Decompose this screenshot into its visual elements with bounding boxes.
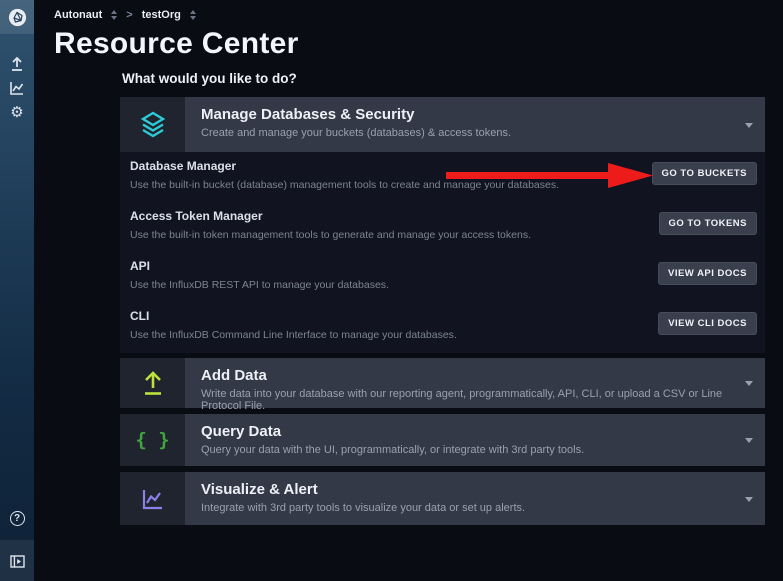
chevron-down-icon[interactable]: [745, 438, 753, 443]
sort-caret-icon[interactable]: [190, 10, 196, 20]
help-nav-item[interactable]: ?: [0, 506, 34, 530]
manage-icon-tile: [120, 97, 185, 152]
visualize-icon-tile: [120, 472, 185, 525]
expand-panel-nav-item[interactable]: [0, 549, 34, 573]
api-row: API Use the InfluxDB REST API to manage …: [130, 259, 757, 303]
settings-nav-item[interactable]: ⚙: [0, 100, 34, 124]
chevron-down-icon[interactable]: [745, 381, 753, 386]
visualize-alert-card-header[interactable]: Visualize & Alert Integrate with 3rd par…: [120, 472, 765, 525]
card-description: Integrate with 3rd party tools to visual…: [201, 502, 765, 514]
card-title: Add Data: [201, 367, 765, 384]
view-api-docs-button[interactable]: VIEW API DOCS: [658, 262, 757, 285]
upload-icon: [141, 371, 165, 396]
line-chart-icon: [141, 487, 165, 511]
add-data-icon-tile: [120, 358, 185, 408]
expand-panel-icon: [10, 555, 25, 568]
card-title: Manage Databases & Security: [201, 106, 765, 123]
chevron-down-icon[interactable]: [745, 497, 753, 502]
sort-caret-icon[interactable]: [111, 10, 117, 20]
manage-databases-card-body: Database Manager Use the built-in bucket…: [120, 152, 765, 353]
add-data-card-header[interactable]: Add Data Write data into your database w…: [120, 358, 765, 408]
layers-icon: [139, 111, 167, 138]
chevron-down-icon[interactable]: [745, 123, 753, 128]
breadcrumb-account[interactable]: Autonaut: [54, 9, 102, 21]
breadcrumb: Autonaut > testOrg: [54, 6, 196, 24]
card-title: Query Data: [201, 423, 765, 440]
resource-center-page: ⚙ ? Autonaut > testOrg Resource Center W…: [0, 0, 783, 581]
go-to-buckets-button[interactable]: GO TO BUCKETS: [652, 162, 758, 185]
influxdb-logo-icon: [8, 8, 27, 27]
go-to-tokens-button[interactable]: GO TO TOKENS: [659, 212, 758, 235]
cli-row: CLI Use the InfluxDB Command Line Interf…: [130, 309, 757, 353]
breadcrumb-org[interactable]: testOrg: [142, 9, 181, 21]
access-token-manager-row: Access Token Manager Use the built-in to…: [130, 209, 757, 253]
view-cli-docs-button[interactable]: VIEW CLI DOCS: [658, 312, 757, 335]
help-icon: ?: [10, 511, 25, 526]
query-data-icon-tile: { }: [120, 414, 185, 466]
card-title: Visualize & Alert: [201, 481, 765, 498]
upload-nav-item[interactable]: [0, 52, 34, 76]
graph-icon: [9, 80, 25, 96]
braces-icon: { }: [135, 429, 169, 451]
database-manager-row: Database Manager Use the built-in bucket…: [130, 159, 757, 203]
page-title: Resource Center: [54, 27, 299, 61]
prompt-heading: What would you like to do?: [122, 71, 297, 86]
sidebar: ⚙ ?: [0, 0, 34, 581]
card-description: Query your data with the UI, programmati…: [201, 444, 765, 456]
upload-icon: [9, 56, 25, 72]
data-explorer-nav-item[interactable]: [0, 76, 34, 100]
query-data-card-header[interactable]: { } Query Data Query your data with the …: [120, 414, 765, 466]
gear-icon: ⚙: [10, 105, 23, 120]
card-description: Write data into your database with our r…: [201, 388, 765, 412]
card-description: Create and manage your buckets (database…: [201, 127, 765, 139]
manage-databases-card-header[interactable]: Manage Databases & Security Create and m…: [120, 97, 765, 152]
influxdb-logo[interactable]: [0, 0, 34, 34]
breadcrumb-separator: >: [126, 9, 132, 21]
